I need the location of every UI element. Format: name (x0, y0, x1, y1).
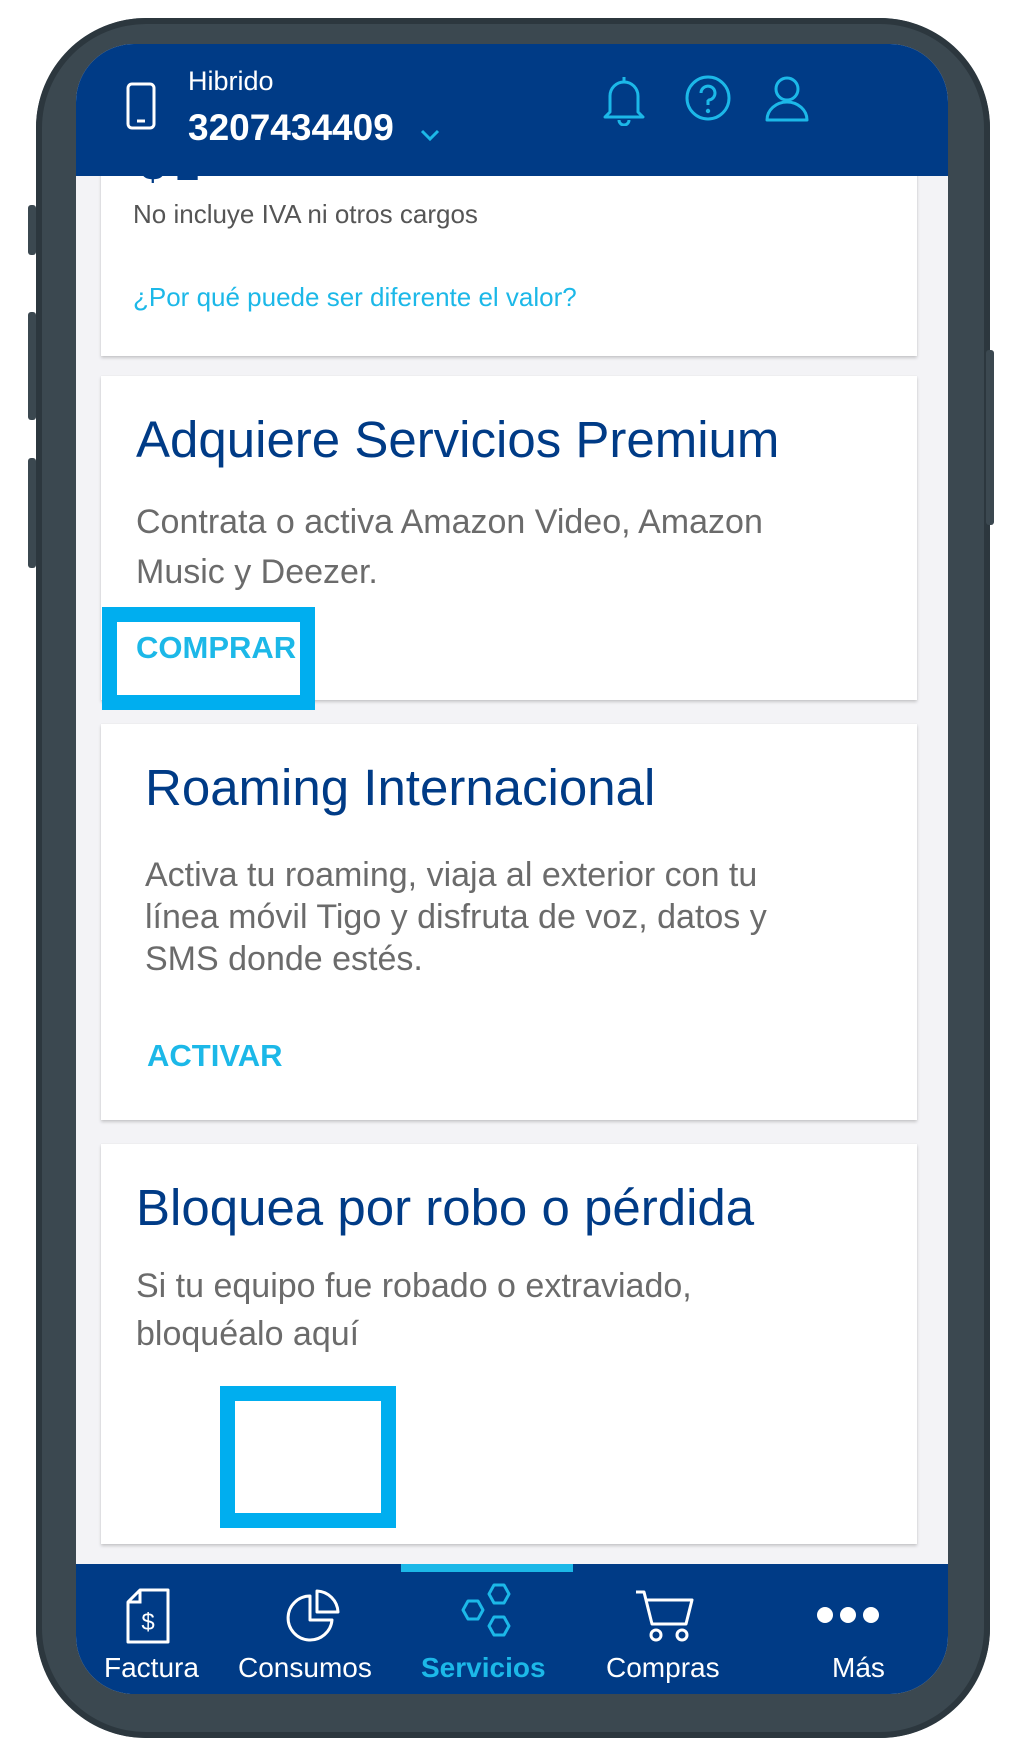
side-button (28, 458, 36, 568)
card-description: Contrata o activa Amazon Video, Amazon M… (136, 503, 763, 591)
phone-device-icon (126, 82, 156, 135)
card-title: Roaming Internacional (145, 759, 656, 816)
cart-icon (634, 1588, 696, 1649)
value-difference-link[interactable]: ¿Por qué puede ser diferente el valor? (133, 282, 577, 313)
more-dots-icon (816, 1606, 880, 1629)
volume-down-button (28, 312, 36, 420)
tax-note: No incluye IVA ni otros cargos (133, 199, 478, 229)
nav-item-consumos[interactable]: Consumos (236, 1564, 398, 1694)
premium-services-card: Adquiere Servicios Premium Contrata o ac… (101, 376, 917, 700)
nav-item-compras[interactable]: Compras (576, 1564, 751, 1694)
bottom-navigation: $ Factura Consumos Servicios Compras Más (76, 1564, 948, 1694)
phone-screen: Hibrido 3207434409 $ 2 No incluye IVA ni… (76, 44, 948, 1694)
hexagons-icon (453, 1582, 517, 1651)
balance-card: $ 2 No incluye IVA ni otros cargos ¿Por … (101, 176, 917, 356)
nav-label: Factura (104, 1652, 199, 1683)
phone-number-selector[interactable]: 3207434409 (188, 107, 394, 149)
services-content[interactable]: $ 2 No incluye IVA ni otros cargos ¿Por … (76, 176, 948, 1596)
power-button (986, 350, 994, 525)
activate-button[interactable]: ACTIVAR (147, 1038, 282, 1074)
nav-label: Consumos (238, 1652, 372, 1683)
invoice-icon: $ (124, 1588, 172, 1649)
card-title: Adquiere Servicios Premium (136, 411, 780, 468)
pie-chart-icon (286, 1588, 342, 1649)
buy-button[interactable]: COMPRAR (136, 630, 296, 666)
bell-icon[interactable] (602, 74, 646, 131)
nav-item-servicios[interactable]: Servicios (401, 1564, 573, 1694)
nav-label: Más (832, 1652, 885, 1683)
nav-item-factura[interactable]: $ Factura (76, 1564, 231, 1694)
chevron-down-icon[interactable] (420, 128, 440, 146)
card-description: Si tu equipo fue robado o extraviado, bl… (136, 1267, 692, 1353)
nav-label: Servicios (421, 1652, 546, 1683)
block-device-card: Bloquea por robo o pérdida Si tu equipo … (101, 1144, 917, 1544)
help-icon[interactable] (684, 74, 732, 127)
svg-text:$: $ (141, 1609, 154, 1636)
user-icon[interactable] (764, 74, 810, 127)
card-title: Bloquea por robo o pérdida (136, 1179, 755, 1236)
roaming-card: Roaming Internacional Activa tu roaming,… (101, 724, 917, 1120)
card-description: Activa tu roaming, viaja al exterior con… (145, 856, 767, 978)
nav-label: Compras (606, 1652, 720, 1683)
nav-item-mas[interactable]: Más (754, 1564, 948, 1694)
plan-type-label: Hibrido (188, 66, 274, 96)
app-header: Hibrido 3207434409 (76, 44, 948, 176)
balance-amount-cut: $ 2 (141, 176, 199, 190)
volume-up-button (28, 205, 36, 255)
